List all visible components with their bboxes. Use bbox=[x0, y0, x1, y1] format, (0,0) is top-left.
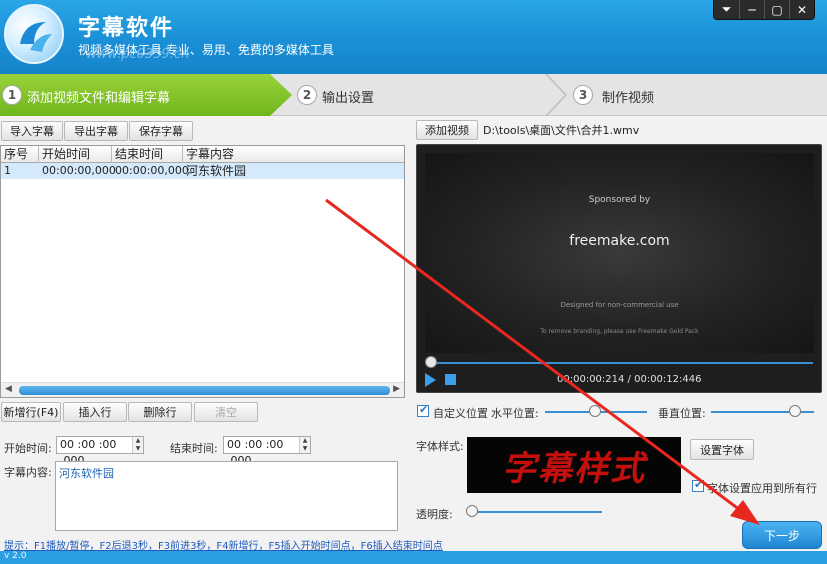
apply-font-all-label: 字体设置应用到所有行 bbox=[707, 482, 817, 495]
minimize-icon[interactable]: ─ bbox=[739, 0, 764, 19]
end-time-label: 结束时间: bbox=[170, 442, 218, 455]
custom-position-label: 自定义位置 bbox=[433, 407, 488, 420]
col-index[interactable]: 序号 bbox=[1, 146, 39, 163]
logo-swirl-icon bbox=[20, 22, 52, 52]
insert-row-button[interactable]: 插入行 bbox=[63, 402, 127, 422]
export-subtitle-button[interactable]: 导出字幕 bbox=[64, 121, 128, 141]
sponsored-text: Sponsored by bbox=[588, 195, 651, 205]
col-end[interactable]: 结束时间 bbox=[112, 146, 183, 163]
window-controls: ⏷ ─ ▢ ✕ bbox=[713, 0, 815, 20]
app-title: 字幕软件 bbox=[78, 16, 175, 41]
scroll-left-icon[interactable]: ◀ bbox=[5, 384, 12, 394]
start-time-label: 开始时间: bbox=[4, 442, 52, 455]
save-subtitle-button[interactable]: 保存字幕 bbox=[129, 121, 193, 141]
col-start[interactable]: 开始时间 bbox=[39, 146, 112, 163]
checkmark-icon: ✔ bbox=[419, 403, 429, 416]
app-logo bbox=[4, 4, 64, 64]
timecode: 00:00:00:214 / 00:00:12:446 bbox=[557, 374, 702, 385]
designed-text: Designed for non-commercial use bbox=[560, 301, 679, 309]
vertical-position-knob[interactable] bbox=[789, 405, 801, 417]
step-1[interactable]: 1 添加视频文件和编辑字幕 bbox=[0, 74, 292, 116]
table-row[interactable]: 1 00:00:00,000 00:00:00,000 河东软件园 bbox=[1, 163, 404, 179]
shortcut-hint: 提示：F1播放/暂停，F2后退3秒，F3前进3秒，F4新增行，F5插入开始时间点… bbox=[4, 541, 443, 552]
font-preview: 字幕样式 bbox=[467, 437, 681, 493]
video-player: Sponsored by freemake.com Designed for n… bbox=[416, 144, 822, 393]
col-content[interactable]: 字幕内容 bbox=[183, 146, 303, 163]
stop-icon[interactable] bbox=[445, 374, 456, 385]
scroll-right-icon[interactable]: ▶ bbox=[393, 384, 400, 394]
end-time-spinner[interactable]: ▲ ▼ bbox=[299, 437, 310, 453]
step-separator-icon bbox=[545, 74, 568, 116]
seek-bar[interactable] bbox=[427, 362, 813, 364]
end-time-input[interactable]: 00 :00 :00 ,000 ▲▼ bbox=[223, 436, 311, 467]
brand-text: freemake.com bbox=[569, 233, 670, 249]
checkmark-icon: ✔ bbox=[694, 478, 704, 491]
opacity-label: 透明度: bbox=[416, 508, 453, 521]
step-3-number: 3 bbox=[573, 85, 593, 105]
custom-position-checkbox[interactable]: ✔ bbox=[417, 403, 429, 417]
table-header: 序号 开始时间 结束时间 字幕内容 bbox=[1, 146, 404, 163]
opacity-knob[interactable] bbox=[466, 505, 478, 517]
subtitle-content-textarea[interactable]: 河东软件园 bbox=[55, 461, 398, 531]
start-time-input[interactable]: 00 :00 :00 ,000 ▲▼ bbox=[56, 436, 144, 467]
import-subtitle-button[interactable]: 导入字幕 bbox=[1, 121, 63, 141]
opacity-slider[interactable] bbox=[468, 511, 602, 513]
row-content: 河东软件园 bbox=[186, 164, 247, 178]
row-start: 00:00:00,000 bbox=[42, 164, 116, 177]
close-icon[interactable]: ✕ bbox=[789, 0, 814, 19]
scrollbar-thumb[interactable] bbox=[19, 386, 390, 395]
row-end: 00:00:00,000 bbox=[115, 164, 189, 177]
status-bar: v 2.0 bbox=[0, 551, 827, 564]
maximize-icon[interactable]: ▢ bbox=[764, 0, 789, 19]
apply-font-all-checkbox[interactable]: ✔ bbox=[692, 478, 704, 492]
step-1-number: 1 bbox=[2, 85, 22, 105]
font-style-label: 字体样式: bbox=[416, 440, 464, 453]
delete-row-button[interactable]: 删除行 bbox=[128, 402, 192, 422]
next-button[interactable]: 下一步 bbox=[742, 521, 822, 549]
vertical-position-label: 垂直位置: bbox=[658, 407, 706, 420]
subtitle-table[interactable]: 序号 开始时间 结束时间 字幕内容 1 00:00:00,000 00:00:0… bbox=[0, 145, 405, 398]
new-row-button[interactable]: 新增行(F4) bbox=[1, 402, 61, 422]
play-icon[interactable] bbox=[425, 373, 436, 387]
add-video-button[interactable]: 添加视频 bbox=[416, 120, 478, 140]
step-3-label: 制作视频 bbox=[602, 91, 655, 106]
clear-button[interactable]: 清空 bbox=[194, 402, 258, 422]
horizontal-scrollbar[interactable]: ◀ ▶ bbox=[1, 382, 404, 397]
app-subtitle: 视频多媒体工具 专业、易用、免费的多媒体工具 bbox=[78, 43, 334, 57]
steps-bar: 1 添加视频文件和编辑字幕 2 输出设置 3 制作视频 bbox=[0, 74, 827, 116]
branding-note: To remove branding, please use Freemake … bbox=[540, 328, 699, 335]
app-header: 字幕软件 www.pc0359.cn 视频多媒体工具 专业、易用、免费的多媒体工… bbox=[0, 0, 827, 74]
seek-knob[interactable] bbox=[425, 356, 437, 368]
horizontal-position-label: 水平位置: bbox=[491, 407, 539, 420]
set-font-button[interactable]: 设置字体 bbox=[690, 439, 754, 460]
menu-dropdown-icon[interactable]: ⏷ bbox=[714, 0, 739, 19]
video-path: D:\tools\桌面\文件\合并1.wmv bbox=[483, 124, 640, 137]
row-index: 1 bbox=[4, 164, 11, 177]
step-2-label: 输出设置 bbox=[322, 91, 375, 106]
content-label: 字幕内容: bbox=[4, 466, 52, 479]
step-1-label: 添加视频文件和编辑字幕 bbox=[27, 91, 171, 106]
video-screen[interactable]: Sponsored by freemake.com Designed for n… bbox=[425, 153, 814, 353]
start-time-spinner[interactable]: ▲ ▼ bbox=[132, 437, 143, 453]
step-2-number: 2 bbox=[297, 85, 317, 105]
horizontal-position-knob[interactable] bbox=[589, 405, 601, 417]
